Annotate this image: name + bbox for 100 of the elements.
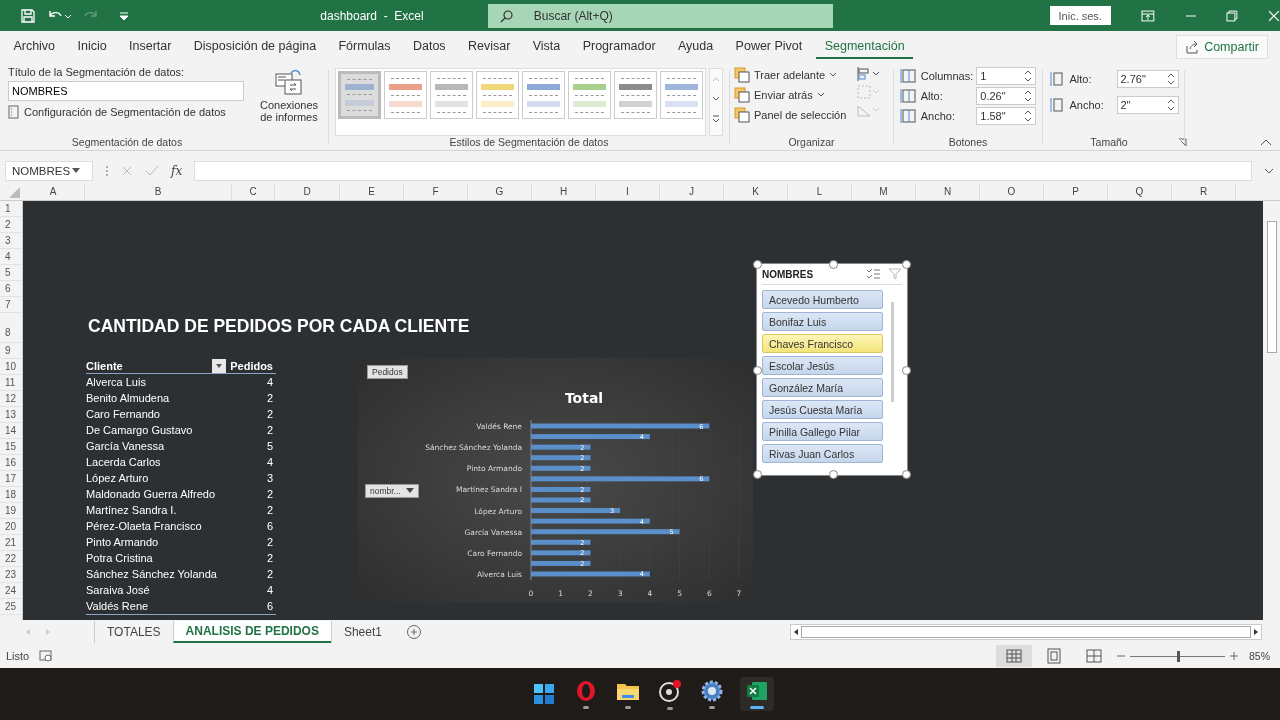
column-header[interactable]: K bbox=[724, 184, 788, 200]
column-header[interactable]: M bbox=[852, 184, 916, 200]
row-header[interactable]: 1 bbox=[0, 201, 22, 217]
column-header[interactable]: G bbox=[468, 184, 532, 200]
ribbon-tab[interactable]: Programador bbox=[574, 34, 664, 59]
row-header[interactable]: 7 bbox=[0, 297, 22, 313]
slicer-item[interactable]: González María bbox=[762, 378, 883, 397]
column-header[interactable]: C bbox=[232, 184, 275, 200]
column-header[interactable]: P bbox=[1044, 184, 1108, 200]
column-header[interactable]: F bbox=[404, 184, 468, 200]
spin-field[interactable]: 1.58" bbox=[976, 107, 1037, 125]
check-icon[interactable] bbox=[145, 165, 159, 177]
slicer-item[interactable]: Rivas Juan Carlos bbox=[762, 444, 883, 463]
start-icon[interactable] bbox=[533, 683, 555, 705]
resize-handle[interactable] bbox=[829, 260, 838, 269]
sheet-tab[interactable]: TOTALES bbox=[94, 621, 173, 643]
ribbon-tab[interactable]: Datos bbox=[404, 34, 454, 59]
normal-view-icon[interactable] bbox=[996, 645, 1032, 667]
resize-handle[interactable] bbox=[902, 470, 911, 479]
row-header[interactable]: 11 bbox=[0, 375, 22, 391]
align-icon[interactable] bbox=[856, 66, 881, 82]
slicer-item[interactable]: Bonifaz Luis bbox=[762, 312, 883, 331]
arrange-button[interactable]: Enviar atrás bbox=[734, 86, 847, 104]
ring-icon[interactable] bbox=[575, 679, 597, 702]
row-header[interactable]: 10 bbox=[0, 359, 22, 375]
spinner-icon[interactable] bbox=[1166, 72, 1175, 86]
row-header[interactable]: 13 bbox=[0, 407, 22, 423]
row-header[interactable]: 12 bbox=[0, 391, 22, 407]
field-button[interactable]: nombr... bbox=[365, 484, 419, 498]
column-header[interactable]: R bbox=[1172, 184, 1236, 200]
ribbon-tab[interactable]: Disposición de página bbox=[185, 34, 325, 59]
ribbon-tab[interactable]: Inicio bbox=[69, 34, 116, 59]
spinner-icon[interactable] bbox=[1024, 69, 1033, 83]
resize-handle[interactable] bbox=[753, 260, 762, 269]
expand-icon[interactable] bbox=[1264, 167, 1274, 175]
close-icon[interactable] bbox=[1268, 9, 1280, 22]
accessibility-icon[interactable] bbox=[39, 650, 54, 662]
slicer-style-swatch[interactable] bbox=[476, 71, 519, 119]
row-header[interactable]: 15 bbox=[0, 439, 22, 455]
gear-icon[interactable] bbox=[701, 679, 723, 702]
slicer-item[interactable]: Acevedo Humberto bbox=[762, 290, 883, 309]
resize-handle[interactable] bbox=[829, 470, 838, 479]
slicer-item[interactable]: Jesús Cuesta María bbox=[762, 400, 883, 419]
dialog-launcher-icon[interactable] bbox=[1177, 137, 1187, 147]
column-header[interactable]: N bbox=[916, 184, 980, 200]
ribbon-tab[interactable]: Ayuda bbox=[669, 34, 722, 59]
column-header[interactable]: I bbox=[596, 184, 660, 200]
formula-field[interactable] bbox=[194, 161, 1252, 181]
slicer-style-swatch[interactable] bbox=[522, 71, 565, 119]
row-header[interactable]: 24 bbox=[0, 583, 22, 599]
zoom-thumb[interactable] bbox=[1177, 650, 1181, 662]
row-header[interactable]: 16 bbox=[0, 455, 22, 471]
insert-function-button[interactable]: fx bbox=[171, 164, 183, 178]
zoom-level[interactable]: 85% bbox=[1249, 650, 1270, 662]
search-field[interactable]: Buscar (Alt+Q) bbox=[487, 3, 833, 28]
row-header[interactable]: 17 bbox=[0, 471, 22, 487]
slicer-item[interactable]: Escolar Jesús bbox=[762, 356, 883, 375]
ribbon-display-icon[interactable] bbox=[1140, 9, 1155, 22]
row-header[interactable]: 21 bbox=[0, 535, 22, 551]
ribbon-tab[interactable]: Fórmulas bbox=[330, 34, 399, 59]
row-header[interactable]: 14 bbox=[0, 423, 22, 439]
column-header[interactable]: Q bbox=[1108, 184, 1172, 200]
resize-handle[interactable] bbox=[753, 470, 762, 479]
column-header[interactable]: D bbox=[275, 184, 340, 200]
row-header[interactable]: 22 bbox=[0, 551, 22, 567]
column-header[interactable]: O bbox=[980, 184, 1044, 200]
report-connections-button[interactable]: Conexiones de informes bbox=[254, 68, 324, 123]
slicer-item[interactable]: Chaves Francisco bbox=[762, 334, 883, 353]
ribbon-tab[interactable]: Segmentación bbox=[816, 34, 913, 59]
spin-field[interactable]: 2" bbox=[1116, 96, 1179, 114]
row-header[interactable]: 9 bbox=[0, 343, 22, 359]
camera-icon[interactable] bbox=[658, 678, 682, 703]
slicer-settings-button[interactable]: Configuración de Segmentación de datos bbox=[8, 104, 246, 120]
row-header[interactable]: 4 bbox=[0, 249, 22, 265]
slicer-panel[interactable]: NOMBRES Acevedo Humberto Bonifaz Luis Chaves Francisco Escolar Jesús González María Jesús Cuesta María Pinilla Gallego Pilar Rivas Juan Carlos bbox=[756, 263, 908, 476]
row-header[interactable]: 20 bbox=[0, 519, 22, 535]
ribbon-tab[interactable]: Vista bbox=[524, 34, 569, 59]
spinner-icon[interactable] bbox=[1166, 98, 1175, 112]
sheet-tab[interactable]: Sheet1 bbox=[330, 621, 394, 643]
scroll-thumb[interactable] bbox=[1267, 221, 1277, 353]
slicer-style-swatch[interactable] bbox=[384, 71, 427, 119]
row-header[interactable]: 25 bbox=[0, 599, 22, 615]
arrange-button[interactable]: Traer adelante bbox=[734, 66, 847, 84]
column-header[interactable]: A bbox=[22, 184, 85, 200]
share-button[interactable]: Compartir bbox=[1176, 34, 1268, 59]
slicer-style-swatch[interactable] bbox=[430, 71, 473, 119]
add-sheet-icon[interactable] bbox=[406, 624, 422, 640]
field-button[interactable]: Pedidos bbox=[367, 365, 408, 379]
ribbon-tab[interactable]: Power Pivot bbox=[727, 34, 811, 59]
zoom-in-icon[interactable] bbox=[1229, 651, 1239, 661]
row-header[interactable]: 5 bbox=[0, 265, 22, 281]
save-icon[interactable] bbox=[20, 7, 36, 24]
row-header[interactable]: 18 bbox=[0, 487, 22, 503]
slicer-style-swatch[interactable] bbox=[614, 71, 657, 119]
ribbon-tab[interactable]: Archivo bbox=[5, 34, 64, 59]
spinner-icon[interactable] bbox=[1024, 109, 1033, 123]
name-box[interactable]: NOMBRES bbox=[5, 161, 93, 181]
spin-field[interactable]: 2.76" bbox=[1116, 70, 1179, 88]
multi-select-icon[interactable] bbox=[866, 268, 880, 280]
row-header[interactable]: 3 bbox=[0, 233, 22, 249]
